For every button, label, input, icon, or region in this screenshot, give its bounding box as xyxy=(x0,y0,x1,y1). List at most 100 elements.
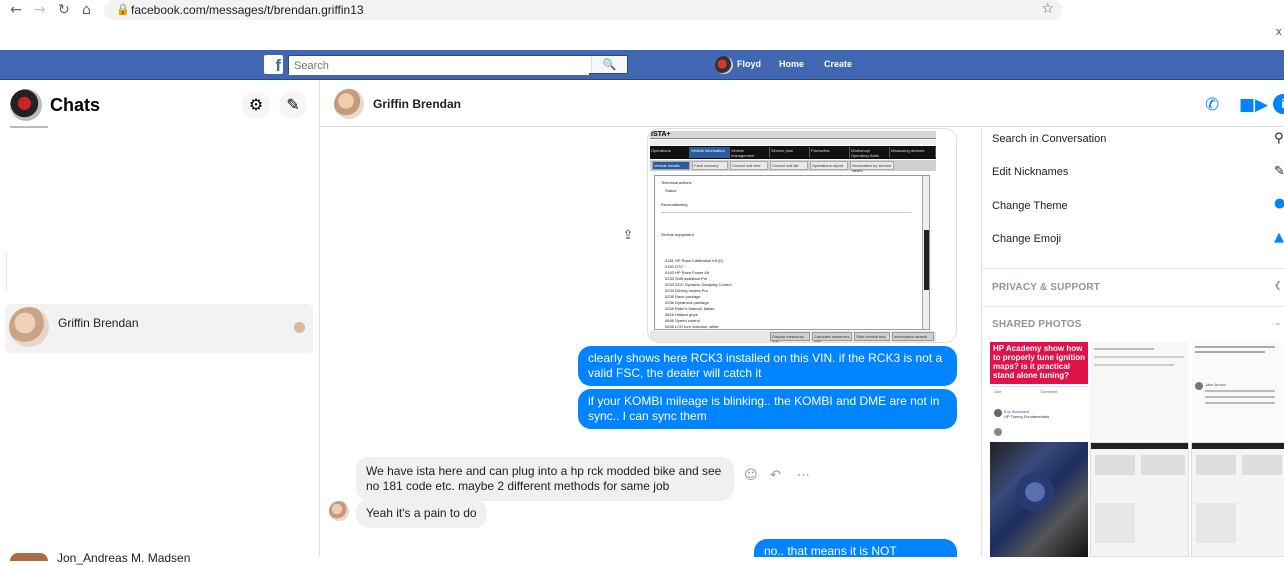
ista-scroll-thumb xyxy=(924,230,929,290)
ista-row: Technical actions xyxy=(661,180,692,185)
seen-avatar-icon xyxy=(294,322,305,333)
ista-row: Reconditioning xyxy=(661,202,688,207)
conversation-item-griffin-brendan[interactable]: Griffin Brendan xyxy=(5,304,313,353)
message-incoming[interactable]: We have ista here and can plug into a hp… xyxy=(356,457,734,501)
shared-photo[interactable] xyxy=(1090,342,1189,440)
photo-detail xyxy=(1195,351,1265,353)
home-link[interactable]: Home xyxy=(779,59,804,69)
video-icon[interactable]: ■▶ xyxy=(1239,95,1268,115)
conversation-name[interactable]: Jon_Andreas M. Madsen xyxy=(57,551,190,565)
photo-caption: HP Academy show how to properly tune ign… xyxy=(990,342,1088,384)
avatar xyxy=(715,56,733,74)
emoji-reaction-icon[interactable]: ☺ xyxy=(744,468,758,483)
conversation-title[interactable]: Griffin Brendan xyxy=(373,97,461,111)
ista-row: 0646 Speed control xyxy=(665,318,700,323)
create-link[interactable]: Create xyxy=(824,59,852,69)
photo-detail xyxy=(1094,348,1154,350)
ista-subtab: Control unit list xyxy=(770,161,808,170)
reply-icon[interactable]: ↶ xyxy=(770,468,781,483)
photo-detail xyxy=(1095,503,1135,543)
divider xyxy=(990,386,1088,387)
conversation-details: Search in Conversation ⚲ Edit Nicknames … xyxy=(981,128,1284,557)
change-emoji[interactable]: Change Emoji xyxy=(992,233,1061,245)
divider xyxy=(10,126,48,128)
shared-photos-heading[interactable]: SHARED PHOTOS xyxy=(992,319,1082,330)
compose-icon[interactable]: ✎ xyxy=(279,91,307,119)
chevron-left-icon[interactable]: ❮ xyxy=(1274,281,1282,291)
search-in-conversation[interactable]: Search in Conversation xyxy=(992,133,1106,145)
photo-detail xyxy=(1141,455,1185,475)
close-mark[interactable]: x xyxy=(1276,26,1282,38)
profile-name[interactable]: Floyd xyxy=(737,59,761,69)
privacy-support-heading[interactable]: PRIVACY & SUPPORT xyxy=(992,282,1100,293)
address-bar[interactable]: 🔒 facebook.com/messages/t/brendan.griffi… xyxy=(104,0,1062,20)
ista-subtab: Information by service cases xyxy=(850,161,894,173)
avatar xyxy=(1195,382,1203,390)
ista-tab: Favourites xyxy=(810,147,850,158)
avatar[interactable] xyxy=(10,89,42,121)
theme-icon[interactable]: ● xyxy=(1274,196,1284,211)
message-incoming[interactable]: Yeah it's a pain to do xyxy=(356,499,487,528)
shared-photo[interactable] xyxy=(1191,442,1284,557)
ista-subtab: Vehicle details xyxy=(652,161,690,170)
shared-photo[interactable] xyxy=(1090,442,1189,557)
message-outgoing[interactable]: if your KOMBI mileage is blinking.. the … xyxy=(578,389,957,429)
divider xyxy=(661,212,911,213)
message-outgoing[interactable]: clearly shows here RCK3 installed on thi… xyxy=(578,346,957,386)
pencil-icon[interactable]: ✎ xyxy=(1274,164,1284,179)
divider xyxy=(6,251,7,291)
avatar[interactable] xyxy=(334,89,364,119)
photo-detail xyxy=(1196,503,1236,543)
search-input[interactable] xyxy=(289,57,589,75)
info-icon[interactable]: i xyxy=(1273,94,1284,114)
ista-scrollbar xyxy=(922,176,929,329)
facebook-header: f 🔍 Floyd Home Create xyxy=(0,50,1284,80)
search-icon[interactable]: ⚲ xyxy=(1274,131,1284,146)
search-icon[interactable]: 🔍 xyxy=(591,56,627,73)
gear-icon[interactable]: ⚙ xyxy=(242,91,270,119)
ista-row: Status xyxy=(665,188,677,193)
shared-photo[interactable]: Jake Brown xyxy=(1191,342,1284,440)
chevron-down-icon[interactable]: ⌄ xyxy=(1274,318,1282,328)
avatar[interactable] xyxy=(10,553,48,561)
photo-detail xyxy=(1205,390,1275,392)
ista-row: 0235 Race package xyxy=(665,294,701,299)
search-box: 🔍 xyxy=(288,55,628,75)
ista-button: Information search xyxy=(892,332,934,341)
home-icon[interactable]: ⌂ xyxy=(82,2,91,18)
browser-toolbar: ← → ↻ ⌂ 🔒 facebook.com/messages/t/brenda… xyxy=(0,0,1284,22)
ista-row: 0636 LCD turn indicator, white xyxy=(665,324,719,329)
profile-link[interactable] xyxy=(715,56,733,74)
conversation-header: Griffin Brendan ✆ ■▶ i xyxy=(321,81,1284,127)
more-options-icon[interactable]: ⋯ xyxy=(797,468,810,483)
photo-detail xyxy=(1195,346,1275,348)
edit-nicknames[interactable]: Edit Nicknames xyxy=(992,166,1068,178)
ista-button: Calculate measures plan xyxy=(812,332,852,342)
ista-tab: Vehicle information xyxy=(690,147,730,158)
reload-icon[interactable]: ↻ xyxy=(58,2,70,18)
photo-detail xyxy=(1010,472,1060,512)
share-icon[interactable]: ⇪ xyxy=(618,228,638,248)
ista-screenshot: ISTA+ Operations Vehicle information Veh… xyxy=(650,131,936,342)
thumbs-up-icon[interactable]: ▲ xyxy=(1274,230,1284,245)
ista-title: ISTA+ xyxy=(651,131,671,138)
ista-row: 0183 HP Race Power Kit xyxy=(665,270,710,275)
ista-row: 0233 Shift assistant Pro xyxy=(665,276,708,281)
forward-icon[interactable]: → xyxy=(34,2,46,18)
chats-title: Chats xyxy=(50,95,101,115)
photo-detail xyxy=(1205,402,1275,404)
url-text[interactable]: facebook.com/messages/t/brendan.griffin1… xyxy=(131,3,364,17)
phone-icon[interactable]: ✆ xyxy=(1205,95,1219,115)
ista-row: 0245 Rider's Manual, Italian xyxy=(665,306,715,311)
shared-image[interactable]: ISTA+ Operations Vehicle information Veh… xyxy=(647,128,957,343)
back-icon[interactable]: ← xyxy=(10,2,22,18)
change-theme[interactable]: Change Theme xyxy=(992,200,1068,212)
facebook-logo-icon[interactable]: f xyxy=(264,55,283,74)
divider xyxy=(982,268,1284,269)
message-outgoing[interactable]: no.. that means it is NOT ACTIVATED xyxy=(754,539,957,557)
photo-detail xyxy=(1094,356,1184,358)
shared-photo[interactable]: HP Academy show how to properly tune ign… xyxy=(990,342,1088,440)
bookmark-star-icon[interactable]: ☆ xyxy=(1041,1,1054,17)
shared-photo[interactable] xyxy=(990,442,1088,557)
photo-detail xyxy=(1091,443,1188,449)
